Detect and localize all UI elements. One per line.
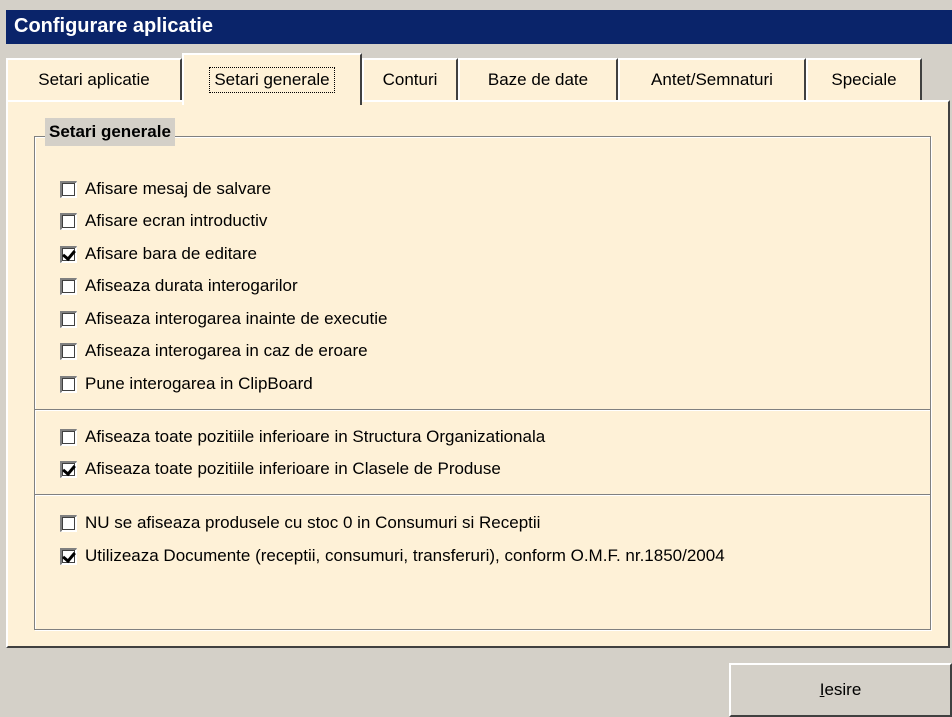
option-label: Afiseaza toate pozitiile inferioare in S… (85, 427, 546, 446)
option-label: Utilizeaza Documente (receptii, consumur… (85, 546, 725, 565)
option-label: Afisare ecran introductiv (85, 211, 268, 230)
checkbox[interactable] (60, 342, 77, 360)
checkbox[interactable] (60, 514, 77, 532)
exit-button[interactable]: Iesire (729, 663, 952, 717)
checkbox[interactable] (60, 180, 77, 198)
checkbox[interactable] (60, 428, 77, 446)
option-label: Afisare mesaj de salvare (85, 179, 272, 198)
checkbox[interactable] (60, 460, 77, 478)
option-pozitii-structura-organizationala[interactable]: Afiseaza toate pozitiile inferioare in S… (60, 426, 545, 448)
option-label: Afiseaza interogarea in caz de eroare (85, 341, 368, 360)
checkbox[interactable] (60, 277, 77, 295)
tab-speciale[interactable]: Speciale (806, 58, 922, 100)
tab-antet-semnaturi[interactable]: Antet/Semnaturi (618, 58, 806, 100)
option-label: Afiseaza toate pozitiile inferioare in C… (85, 459, 501, 478)
option-afisare-ecran-introductiv[interactable]: Afisare ecran introductiv (60, 210, 267, 232)
tab-setari-generale[interactable]: Setari generale (182, 53, 362, 105)
option-afisare-mesaj-salvare[interactable]: Afisare mesaj de salvare (60, 178, 271, 200)
option-interogare-clipboard[interactable]: Pune interogarea in ClipBoard (60, 373, 313, 395)
option-afisare-bara-editare[interactable]: Afisare bara de editare (60, 243, 257, 265)
option-label: NU se afiseaza produsele cu stoc 0 in Co… (85, 513, 541, 532)
title-bar[interactable]: Configurare aplicatie (6, 10, 952, 44)
group-title: Setari generale (45, 118, 175, 146)
option-interogare-inainte-executie[interactable]: Afiseaza interogarea inainte de executie (60, 308, 387, 330)
option-label: Afiseaza durata interogarilor (85, 276, 298, 295)
tab-label: Speciale (831, 70, 897, 89)
tab-label: Setari aplicatie (38, 70, 150, 89)
tab-label: Baze de date (487, 70, 589, 89)
tab-conturi[interactable]: Conturi (362, 58, 458, 100)
option-label: Pune interogarea in ClipBoard (85, 374, 313, 393)
checkbox[interactable] (60, 547, 77, 565)
option-pozitii-clasele-produse[interactable]: Afiseaza toate pozitiile inferioare in C… (60, 458, 501, 480)
checkbox[interactable] (60, 245, 77, 263)
option-label: Afisare bara de editare (85, 244, 257, 263)
separator (35, 494, 930, 496)
checkbox[interactable] (60, 212, 77, 230)
tab-baze-de-date[interactable]: Baze de date (458, 58, 618, 100)
tab-label: Setari generale (209, 67, 335, 93)
tab-setari-aplicatie[interactable]: Setari aplicatie (6, 58, 182, 100)
option-interogare-caz-eroare[interactable]: Afiseaza interogarea in caz de eroare (60, 340, 368, 362)
checkbox[interactable] (60, 310, 77, 328)
exit-label: esire (824, 680, 862, 699)
option-label: Afiseaza interogarea inainte de executie (85, 309, 388, 328)
tab-label: Antet/Semnaturi (651, 70, 773, 89)
separator (35, 409, 930, 411)
option-utilizeaza-documente-omf[interactable]: Utilizeaza Documente (receptii, consumur… (60, 545, 725, 567)
tab-label: Conturi (382, 70, 438, 89)
option-durata-interogarilor[interactable]: Afiseaza durata interogarilor (60, 275, 298, 297)
option-stoc-zero[interactable]: NU se afiseaza produsele cu stoc 0 in Co… (60, 512, 540, 534)
checkbox[interactable] (60, 375, 77, 393)
window-title: Configurare aplicatie (14, 15, 213, 37)
